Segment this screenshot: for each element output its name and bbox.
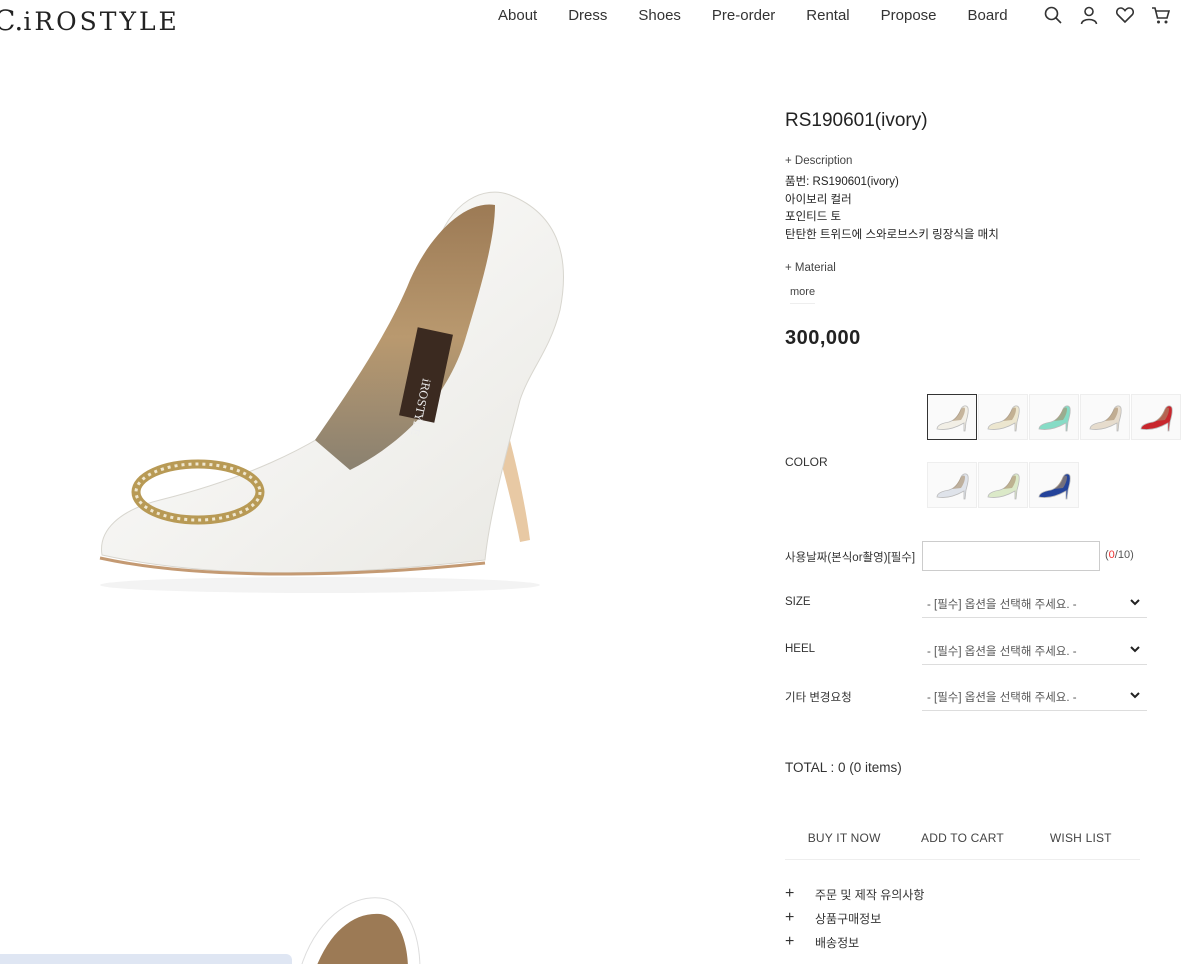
shoe-thumbnail-icon <box>1089 405 1122 432</box>
nav-shoes[interactable]: Shoes <box>638 7 681 24</box>
status-bar <box>0 954 292 964</box>
add-to-cart-button[interactable]: ADD TO CART <box>903 822 1021 859</box>
other-request-select[interactable]: - [필수] 옵션을 선택해 주세요. - <box>922 679 1147 711</box>
description-line: 아이보리 컬러 <box>785 194 852 206</box>
nav-propose[interactable]: Propose <box>881 7 937 24</box>
other-request-label: 기타 변경요청 <box>785 692 852 704</box>
shoe-thumbnail-icon <box>987 473 1020 500</box>
color-swatch-mint[interactable] <box>1029 394 1079 440</box>
color-swatch-silver[interactable] <box>927 462 977 508</box>
color-swatch-red[interactable] <box>1131 394 1181 440</box>
description-toggle[interactable]: + Description <box>785 155 852 167</box>
accordion-order-notes[interactable]: + 주문 및 제작 유의사항 <box>785 885 924 903</box>
logo-text: iROSTYLE <box>23 7 180 36</box>
chevron-down-icon <box>1130 646 1140 653</box>
header-icons <box>1042 4 1172 26</box>
shoe-thumbnail-icon <box>936 405 969 432</box>
wish-list-button[interactable]: WISH LIST <box>1022 822 1140 859</box>
heart-icon[interactable] <box>1114 4 1136 26</box>
shoe-thumbnail-icon <box>987 405 1020 432</box>
color-swatch-ivory[interactable] <box>927 394 977 440</box>
product-title: RS190601(ivory) <box>785 110 928 131</box>
size-label: SIZE <box>785 596 811 608</box>
plus-icon: + <box>785 909 795 926</box>
chevron-down-icon <box>1130 692 1140 699</box>
date-label: 사용날짜(본식or촬영)[필수] <box>785 552 916 564</box>
buy-now-button[interactable]: BUY IT NOW <box>785 822 903 859</box>
shoe-thumbnail-icon <box>1038 405 1071 432</box>
char-counter: (0/10) <box>1105 549 1134 561</box>
material-toggle[interactable]: + Material <box>785 262 836 274</box>
size-select[interactable]: - [필수] 옵션을 선택해 주세요. - <box>922 586 1147 618</box>
secondary-product-image[interactable] <box>290 890 430 964</box>
color-swatch-beige[interactable] <box>1080 394 1130 440</box>
nav-about[interactable]: About <box>498 7 537 24</box>
shoe-thumbnail-icon <box>936 473 969 500</box>
description-line: 품번: RS190601(ivory) <box>785 176 899 188</box>
nav-dress[interactable]: Dress <box>568 7 607 24</box>
chevron-down-icon <box>1130 599 1140 606</box>
color-swatch-cream[interactable] <box>978 394 1028 440</box>
more-link[interactable]: more <box>790 286 816 304</box>
plus-icon: + <box>785 885 795 902</box>
counter-total: /10) <box>1114 549 1134 561</box>
site-logo[interactable]: C.iROSTYLE <box>0 4 180 37</box>
nav-board[interactable]: Board <box>968 7 1008 24</box>
accordion-label: 상품구매정보 <box>815 911 882 926</box>
size-select-value: - [필수] 옵션을 선택해 주세요. - <box>927 599 1077 611</box>
description-line: 포인티드 토 <box>785 211 842 223</box>
heel-select-value: - [필수] 옵션을 선택해 주세요. - <box>927 646 1077 658</box>
nav-rental[interactable]: Rental <box>806 7 849 24</box>
color-swatch-navy-blue[interactable] <box>1029 462 1079 508</box>
product-price: 300,000 <box>785 327 861 349</box>
color-label: COLOR <box>785 455 828 469</box>
heel-label: HEEL <box>785 643 816 655</box>
main-nav: About Dress Shoes Pre-order Rental Propo… <box>498 7 1039 24</box>
product-image[interactable]: iROSTYLE <box>90 180 590 600</box>
description-line: 탄탄한 트위드에 스와로브스키 링장식을 매치 <box>785 229 999 241</box>
accordion-shipping-info[interactable]: + 배송정보 <box>785 933 859 951</box>
logo-mark: C. <box>0 4 24 37</box>
plus-icon: + <box>785 933 795 950</box>
cart-icon[interactable] <box>1150 4 1172 26</box>
action-buttons: BUY IT NOW ADD TO CART WISH LIST <box>785 822 1140 860</box>
accordion-label: 배송정보 <box>815 935 860 950</box>
accordion-purchase-info[interactable]: + 상품구매정보 <box>785 909 881 927</box>
shoe-thumbnail-icon <box>1038 473 1071 500</box>
search-icon[interactable] <box>1042 4 1064 26</box>
heel-select[interactable]: - [필수] 옵션을 선택해 주세요. - <box>922 633 1147 665</box>
shoe-thumbnail-icon <box>1140 405 1173 432</box>
total-summary: TOTAL : 0 (0 items) <box>785 760 902 775</box>
accordion-label: 주문 및 제작 유의사항 <box>815 887 925 902</box>
other-select-value: - [필수] 옵션을 선택해 주세요. - <box>927 692 1077 704</box>
user-icon[interactable] <box>1078 4 1100 26</box>
nav-pre-order[interactable]: Pre-order <box>712 7 775 24</box>
site-header: C.iROSTYLE About Dress Shoes Pre-order R… <box>0 0 1200 40</box>
color-swatch-light-green[interactable] <box>978 462 1028 508</box>
date-input[interactable] <box>922 541 1100 571</box>
